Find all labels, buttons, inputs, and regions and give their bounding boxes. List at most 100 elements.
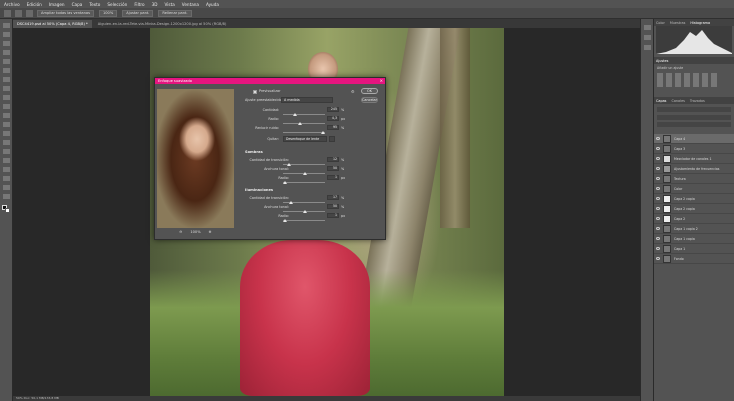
zoom-in-icon[interactable]: ⊕ [209, 230, 212, 234]
eye-icon[interactable] [656, 157, 660, 160]
highlights-fade-slider-thumb[interactable] [289, 201, 293, 204]
ok-button[interactable]: OK [361, 88, 378, 94]
gradient-tool-icon[interactable] [3, 122, 10, 127]
menu-item-ventana[interactable]: Ventana [182, 2, 199, 7]
zoom-tool-icon[interactable] [3, 194, 10, 199]
layer-row[interactable]: Capa 1 [654, 244, 734, 254]
shape-tool-icon[interactable] [3, 176, 10, 181]
history-brush-tool-icon[interactable] [3, 104, 10, 109]
eye-icon[interactable] [656, 137, 660, 140]
amount-slider-thumb[interactable] [293, 113, 297, 116]
preview-pane[interactable] [157, 89, 234, 228]
eye-icon[interactable] [656, 197, 660, 200]
lock-fill-row[interactable] [657, 122, 731, 127]
tab-color[interactable]: Color [656, 21, 665, 25]
brush-tool-icon[interactable] [3, 86, 10, 91]
tab-paths[interactable]: Trazados [690, 99, 705, 103]
preset-select[interactable]: A medida [281, 97, 333, 103]
cancel-button[interactable]: Cancelar [361, 97, 378, 103]
eyedropper-tool-icon[interactable] [3, 68, 10, 73]
radius-slider-thumb[interactable] [298, 122, 302, 125]
eye-icon[interactable] [656, 227, 660, 230]
brush-settings-icon[interactable] [644, 45, 651, 50]
tab-layers[interactable]: Capas [656, 99, 666, 103]
hand-tool-icon[interactable] [3, 185, 10, 190]
menu-item-vista[interactable]: Vista [164, 2, 174, 7]
close-icon[interactable]: × [380, 78, 383, 84]
stamp-tool-icon[interactable] [3, 95, 10, 100]
eye-icon[interactable] [656, 177, 660, 180]
highlights-tonal-slider-thumb[interactable] [303, 210, 307, 213]
noise-slider-thumb[interactable] [321, 131, 325, 134]
tab-swatches[interactable]: Muestras [670, 21, 686, 25]
settings-gear-icon[interactable]: ⚙ [351, 89, 355, 94]
zoom-100-button[interactable]: 100% [98, 9, 118, 17]
menu-item-archivo[interactable]: Archivo [4, 2, 20, 7]
layer-row[interactable]: Ajustamiento de frecuencias [654, 164, 734, 174]
layer-row[interactable]: Capa 2 [654, 214, 734, 224]
highlights-radius-input[interactable]: 1 [327, 213, 339, 218]
healing-tool-icon[interactable] [3, 77, 10, 82]
adjustment-icons[interactable] [657, 73, 717, 87]
layer-row[interactable]: Capa 2 copia [654, 194, 734, 204]
menu-item-imagen[interactable]: Imagen [49, 2, 65, 7]
eye-icon[interactable] [656, 207, 660, 210]
layer-row[interactable]: Capa 4 [654, 134, 734, 144]
marquee-tool-icon[interactable] [3, 32, 10, 37]
tab-adjustments[interactable]: Ajustes [656, 59, 668, 63]
menu-item-ayuda[interactable]: Ayuda [206, 2, 219, 7]
zoom-out-icon[interactable] [26, 9, 33, 17]
eraser-tool-icon[interactable] [3, 113, 10, 118]
shadows-tonal-input[interactable]: 50 [327, 166, 339, 171]
zoom-out-icon[interactable]: ⊖ [179, 230, 182, 234]
highlights-radius-slider-track[interactable] [283, 220, 325, 221]
move-tool-icon[interactable] [3, 23, 10, 28]
menu-item-texto[interactable]: Texto [89, 2, 100, 7]
properties-icon[interactable] [644, 35, 651, 40]
eye-icon[interactable] [656, 167, 660, 170]
shadows-radius-slider-thumb[interactable] [283, 181, 287, 184]
eye-icon[interactable] [656, 217, 660, 220]
menu-item-3d[interactable]: 3D [152, 2, 158, 7]
lasso-tool-icon[interactable] [3, 41, 10, 46]
layer-filter-bar[interactable] [657, 107, 731, 112]
shadows-fade-slider-thumb[interactable] [287, 163, 291, 166]
shadows-radius-slider-track[interactable] [283, 182, 325, 183]
fill-screen-button[interactable]: Rellenar pant. [158, 9, 192, 17]
background-color-swatch[interactable] [5, 208, 10, 213]
layer-row[interactable]: Fondo [654, 254, 734, 264]
tab-document-2[interactable]: Alguien-en-la-red-Tete-via-Minka-Design-… [94, 20, 231, 28]
resize-windows-checkbox[interactable]: Ampliar todas las ventanas [37, 9, 94, 17]
eye-icon[interactable] [656, 147, 660, 150]
radius-input[interactable]: 4,3 [327, 116, 339, 121]
pen-tool-icon[interactable] [3, 149, 10, 154]
shadows-fade-input[interactable]: 12 [327, 157, 339, 162]
blur-tool-icon[interactable] [3, 131, 10, 136]
layer-row[interactable]: Capa 2 copia [654, 204, 734, 214]
tab-histogram[interactable]: Histograma [690, 21, 710, 25]
menu-item-seleccion[interactable]: Selección [107, 2, 127, 7]
history-icon[interactable] [644, 25, 651, 30]
path-select-tool-icon[interactable] [3, 167, 10, 172]
tab-channels[interactable]: Canales [671, 99, 684, 103]
zoom-tool-icon[interactable] [4, 9, 11, 17]
layer-row[interactable]: Color [654, 184, 734, 194]
amount-input[interactable]: 245 [327, 107, 339, 112]
layer-row[interactable]: Mezclador de canales 1 [654, 154, 734, 164]
preview-checkbox[interactable] [253, 90, 257, 94]
type-tool-icon[interactable] [3, 158, 10, 163]
highlights-fade-input[interactable]: 17 [327, 195, 339, 200]
angle-dial-icon[interactable] [329, 136, 335, 142]
eye-icon[interactable] [656, 247, 660, 250]
highlights-radius-slider-thumb[interactable] [283, 219, 287, 222]
blend-mode-row[interactable] [657, 115, 731, 120]
eye-icon[interactable] [656, 187, 660, 190]
noise-input[interactable]: 95 [327, 125, 339, 130]
layer-row[interactable]: Capa 3 [654, 144, 734, 154]
dodge-tool-icon[interactable] [3, 140, 10, 145]
amount-slider-track[interactable] [283, 114, 325, 115]
shadows-tonal-slider-thumb[interactable] [303, 172, 307, 175]
eye-icon[interactable] [656, 257, 660, 260]
menu-item-edicion[interactable]: Edición [27, 2, 42, 7]
shadows-radius-input[interactable]: 1 [327, 175, 339, 180]
